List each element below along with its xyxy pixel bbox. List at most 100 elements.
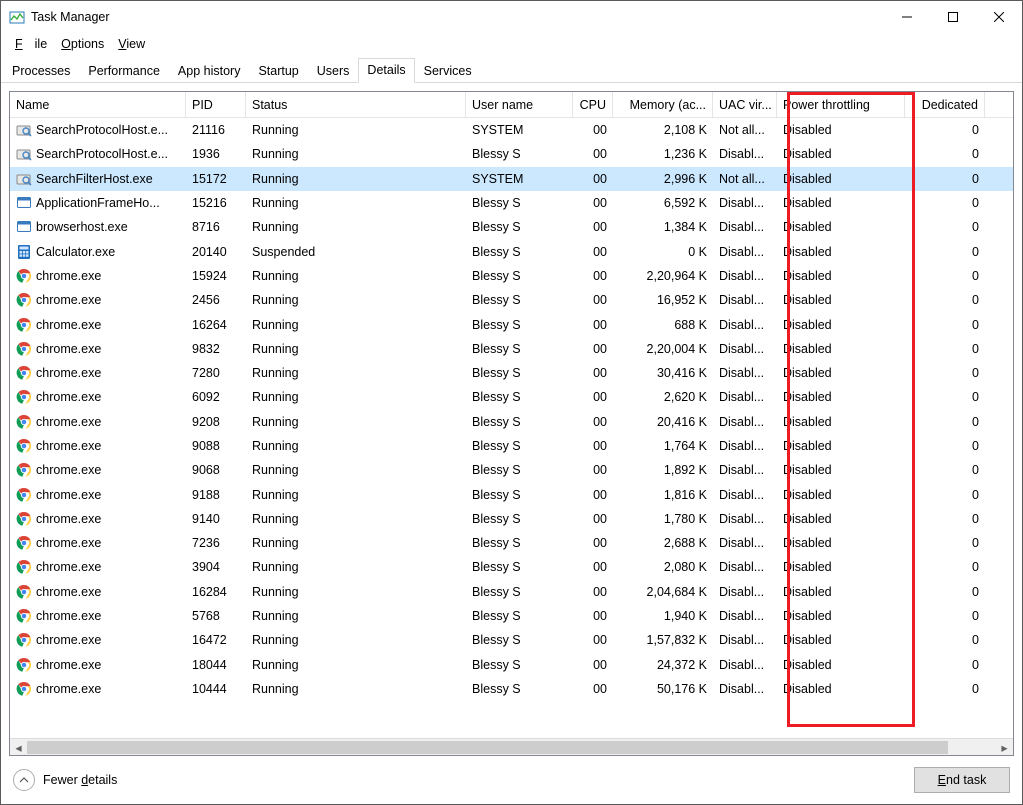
col-uac[interactable]: UAC vir...: [713, 92, 777, 117]
tab-app-history[interactable]: App history: [169, 59, 250, 83]
col-pid[interactable]: PID: [186, 92, 246, 117]
table-row[interactable]: chrome.exe5768RunningBlessy S001,940 KDi…: [10, 604, 1013, 628]
process-icon: [16, 268, 32, 284]
cell-dedicated: 0: [905, 439, 985, 453]
scroll-left-icon[interactable]: ◂: [10, 739, 27, 756]
horizontal-scrollbar[interactable]: ◂ ▸: [10, 738, 1013, 755]
maximize-button[interactable]: [930, 1, 976, 33]
details-table: Name PID Status User name CPU Memory (ac…: [9, 91, 1014, 756]
tab-services[interactable]: Services: [415, 59, 481, 83]
col-memory[interactable]: Memory (ac...: [613, 92, 713, 117]
end-task-button[interactable]: End task: [914, 767, 1010, 793]
cell-status: Running: [246, 147, 466, 161]
cell-memory: 1,764 K: [613, 439, 713, 453]
process-name: SearchProtocolHost.e...: [36, 123, 168, 137]
cell-status: Running: [246, 196, 466, 210]
table-row[interactable]: chrome.exe7236RunningBlessy S002,688 KDi…: [10, 531, 1013, 555]
tab-users[interactable]: Users: [308, 59, 359, 83]
table-row[interactable]: chrome.exe7280RunningBlessy S0030,416 KD…: [10, 361, 1013, 385]
cell-uac: Disabl...: [713, 463, 777, 477]
table-row[interactable]: chrome.exe18044RunningBlessy S0024,372 K…: [10, 653, 1013, 677]
cell-memory: 2,080 K: [613, 560, 713, 574]
col-cpu[interactable]: CPU: [573, 92, 613, 117]
table-row[interactable]: chrome.exe10444RunningBlessy S0050,176 K…: [10, 677, 1013, 701]
cell-cpu: 00: [573, 609, 613, 623]
cell-status: Running: [246, 220, 466, 234]
cell-memory: 0 K: [613, 245, 713, 259]
col-dedicated[interactable]: Dedicated: [905, 92, 985, 117]
menu-view[interactable]: View: [112, 35, 151, 53]
col-name[interactable]: Name: [10, 92, 186, 117]
cell-dedicated: 0: [905, 536, 985, 550]
cell-pid: 9140: [186, 512, 246, 526]
table-row[interactable]: chrome.exe6092RunningBlessy S002,620 KDi…: [10, 385, 1013, 409]
cell-memory: 50,176 K: [613, 682, 713, 696]
cell-user: Blessy S: [466, 488, 573, 502]
cell-user: Blessy S: [466, 269, 573, 283]
table-row[interactable]: SearchFilterHost.exe15172RunningSYSTEM00…: [10, 167, 1013, 191]
table-row[interactable]: chrome.exe9188RunningBlessy S001,816 KDi…: [10, 482, 1013, 506]
table-row[interactable]: ApplicationFrameHo...15216RunningBlessy …: [10, 191, 1013, 215]
col-status[interactable]: Status: [246, 92, 466, 117]
table-row[interactable]: Calculator.exe20140SuspendedBlessy S000 …: [10, 239, 1013, 263]
close-button[interactable]: [976, 1, 1022, 33]
cell-power-throttling: Disabled: [777, 682, 905, 696]
process-name: chrome.exe: [36, 682, 101, 696]
cell-memory: 2,620 K: [613, 390, 713, 404]
table-row[interactable]: chrome.exe15924RunningBlessy S002,20,964…: [10, 264, 1013, 288]
cell-user: Blessy S: [466, 633, 573, 647]
process-name: chrome.exe: [36, 609, 101, 623]
cell-pid: 9208: [186, 415, 246, 429]
cell-dedicated: 0: [905, 512, 985, 526]
process-icon: [16, 511, 32, 527]
cell-pid: 15924: [186, 269, 246, 283]
tab-startup[interactable]: Startup: [249, 59, 307, 83]
process-name: chrome.exe: [36, 585, 101, 599]
scroll-thumb[interactable]: [27, 739, 996, 756]
cell-status: Running: [246, 342, 466, 356]
cell-pid: 3904: [186, 560, 246, 574]
table-row[interactable]: chrome.exe9208RunningBlessy S0020,416 KD…: [10, 410, 1013, 434]
process-name: chrome.exe: [36, 415, 101, 429]
table-row[interactable]: chrome.exe3904RunningBlessy S002,080 KDi…: [10, 555, 1013, 579]
tab-processes[interactable]: Processes: [3, 59, 79, 83]
table-row[interactable]: chrome.exe16472RunningBlessy S001,57,832…: [10, 628, 1013, 652]
cell-pid: 15172: [186, 172, 246, 186]
cell-user: Blessy S: [466, 147, 573, 161]
cell-uac: Not all...: [713, 172, 777, 186]
table-row[interactable]: chrome.exe9832RunningBlessy S002,20,004 …: [10, 337, 1013, 361]
cell-uac: Disabl...: [713, 366, 777, 380]
tab-details[interactable]: Details: [358, 58, 414, 83]
tab-performance[interactable]: Performance: [79, 59, 169, 83]
cell-power-throttling: Disabled: [777, 536, 905, 550]
menu-file[interactable]: File: [9, 35, 53, 53]
table-row[interactable]: SearchProtocolHost.e...21116RunningSYSTE…: [10, 118, 1013, 142]
table-row[interactable]: SearchProtocolHost.e...1936RunningBlessy…: [10, 142, 1013, 166]
cell-memory: 1,57,832 K: [613, 633, 713, 647]
process-icon: [16, 584, 32, 600]
cell-uac: Disabl...: [713, 245, 777, 259]
process-name: chrome.exe: [36, 512, 101, 526]
process-name: SearchFilterHost.exe: [36, 172, 153, 186]
fewer-details-toggle[interactable]: Fewer details: [13, 769, 117, 791]
task-manager-window: Task Manager File Options View Processes…: [0, 0, 1023, 805]
cell-memory: 2,996 K: [613, 172, 713, 186]
table-row[interactable]: chrome.exe9140RunningBlessy S001,780 KDi…: [10, 507, 1013, 531]
cell-cpu: 00: [573, 269, 613, 283]
table-row[interactable]: chrome.exe9068RunningBlessy S001,892 KDi…: [10, 458, 1013, 482]
table-row[interactable]: chrome.exe2456RunningBlessy S0016,952 KD…: [10, 288, 1013, 312]
scroll-right-icon[interactable]: ▸: [996, 739, 1013, 756]
cell-uac: Disabl...: [713, 536, 777, 550]
col-user-name[interactable]: User name: [466, 92, 573, 117]
minimize-button[interactable]: [884, 1, 930, 33]
table-row[interactable]: chrome.exe9088RunningBlessy S001,764 KDi…: [10, 434, 1013, 458]
table-row[interactable]: browserhost.exe8716RunningBlessy S001,38…: [10, 215, 1013, 239]
table-row[interactable]: chrome.exe16284RunningBlessy S002,04,684…: [10, 580, 1013, 604]
col-power-throttling[interactable]: Power throttling: [777, 92, 905, 117]
process-icon: [16, 657, 32, 673]
cell-pid: 9188: [186, 488, 246, 502]
cell-status: Running: [246, 658, 466, 672]
menu-options[interactable]: Options: [55, 35, 110, 53]
process-icon: [16, 219, 32, 235]
table-row[interactable]: chrome.exe16264RunningBlessy S00688 KDis…: [10, 312, 1013, 336]
